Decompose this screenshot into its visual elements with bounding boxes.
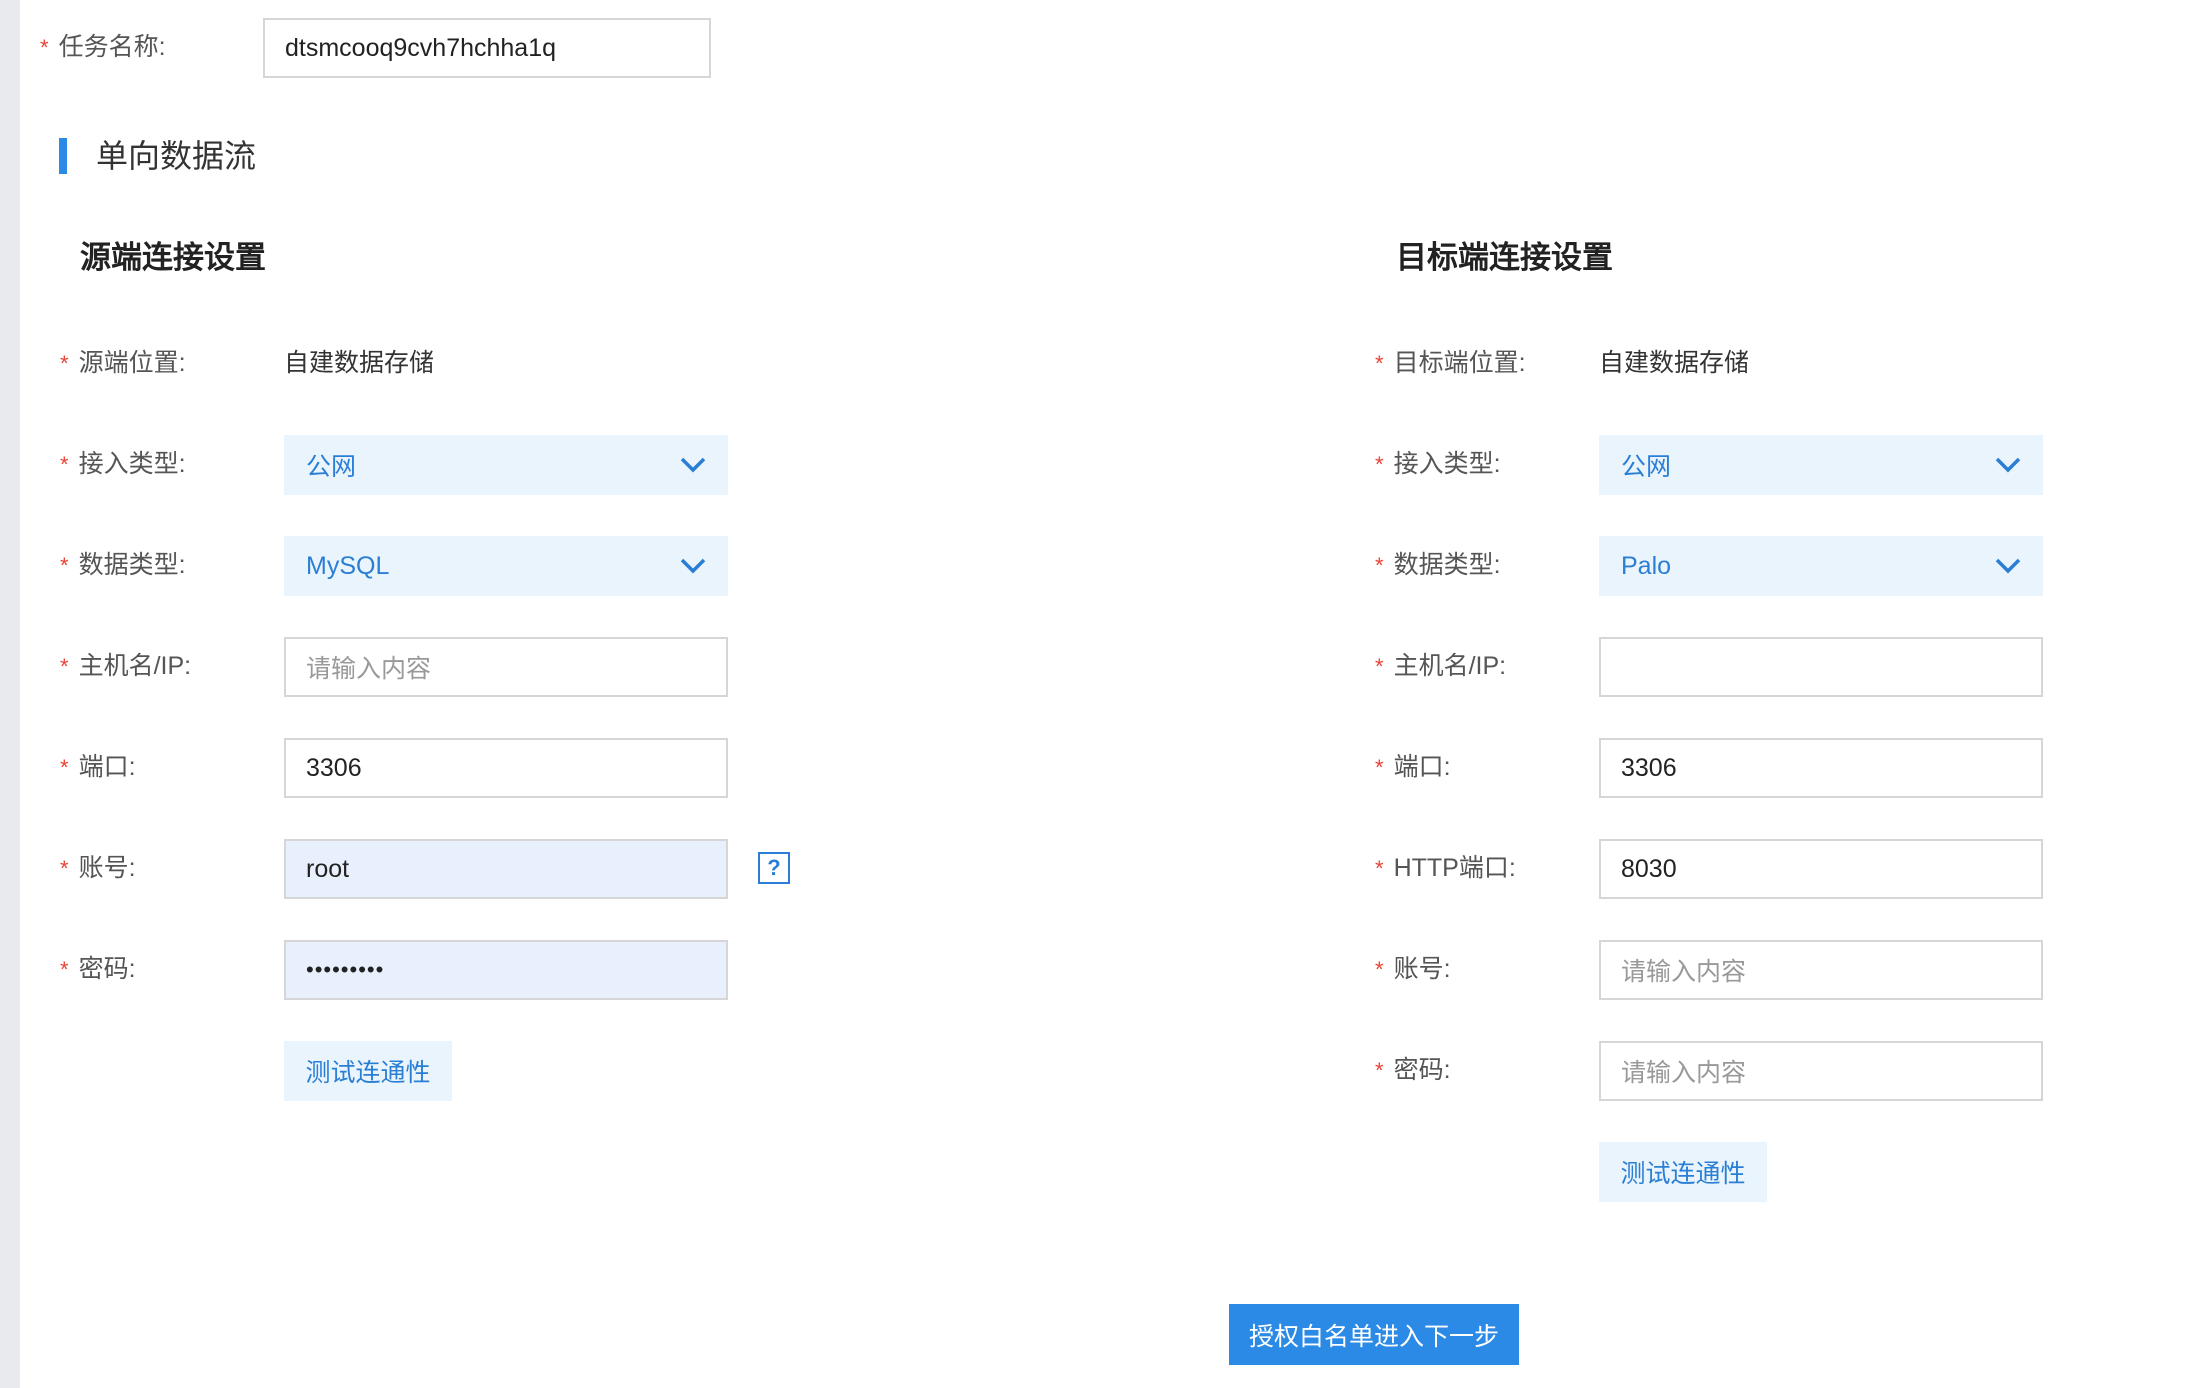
chevron-down-icon [680,558,706,574]
page-gutter [0,0,20,1388]
authorize-whitelist-next-button[interactable]: 授权白名单进入下一步 [1229,1304,1519,1365]
source-password-label: * 密码: [60,955,136,983]
source-port-input[interactable]: 3306 [284,738,728,798]
target-http-port-value: 8030 [1621,854,1677,883]
target-access-select[interactable]: 公网 [1599,435,2043,495]
source-dbtype-selected: MySQL [306,551,390,580]
help-icon[interactable]: ? [758,852,790,884]
target-dbtype-selected: Palo [1621,551,1672,580]
source-location-label: * 源端位置: [60,349,186,377]
source-password-value: ••••••••• [306,957,385,982]
chevron-down-icon [1995,558,2021,574]
target-account-input[interactable]: 请输入内容 [1599,940,2043,1000]
source-dbtype-select[interactable]: MySQL [284,536,728,596]
section-accent-bar [59,138,67,174]
target-access-label: * 接入类型: [1375,450,1501,478]
target-password-input[interactable]: 请输入内容 [1599,1041,2043,1101]
source-settings-title: 源端连接设置 [80,240,266,275]
chevron-down-icon [1995,457,2021,473]
section-title: 单向数据流 [96,138,257,174]
source-access-selected: 公网 [306,453,357,481]
source-port-value: 3306 [306,753,362,782]
source-test-connection-button[interactable]: 测试连通性 [284,1041,452,1101]
target-password-placeholder: 请输入内容 [1621,1059,1747,1087]
target-port-label: * 端口: [1375,753,1451,781]
target-settings-title: 目标端连接设置 [1396,240,1613,275]
target-account-placeholder: 请输入内容 [1621,958,1747,986]
chevron-down-icon [680,457,706,473]
target-location-label: * 目标端位置: [1375,349,1526,377]
target-http-port-label: * HTTP端口: [1375,854,1516,882]
target-host-input[interactable] [1599,637,2043,697]
source-host-placeholder: 请输入内容 [306,655,432,683]
required-mark: * [40,35,49,60]
source-host-label: * 主机名/IP: [60,652,192,680]
source-account-value: root [306,854,350,883]
target-http-port-input[interactable]: 8030 [1599,839,2043,899]
target-port-input[interactable]: 3306 [1599,738,2043,798]
target-access-selected: 公网 [1621,453,1672,481]
task-name-input[interactable]: dtsmcooq9cvh7hchha1q [263,18,711,78]
target-location-value: 自建数据存储 [1599,349,1750,377]
source-access-label: * 接入类型: [60,450,186,478]
source-access-select[interactable]: 公网 [284,435,728,495]
source-account-label: * 账号: [60,854,136,882]
target-account-label: * 账号: [1375,955,1451,983]
source-dbtype-label: * 数据类型: [60,551,186,579]
target-dbtype-label: * 数据类型: [1375,551,1501,579]
target-host-label: * 主机名/IP: [1375,652,1507,680]
target-password-label: * 密码: [1375,1056,1451,1084]
task-name-label: * 任务名称: [40,33,166,61]
source-account-input[interactable]: root [284,839,728,899]
source-password-input[interactable]: ••••••••• [284,940,728,1000]
target-dbtype-select[interactable]: Palo [1599,536,2043,596]
source-port-label: * 端口: [60,753,136,781]
source-host-input[interactable]: 请输入内容 [284,637,728,697]
task-name-value: dtsmcooq9cvh7hchha1q [285,33,557,62]
target-test-connection-button[interactable]: 测试连通性 [1599,1142,1767,1202]
source-location-value: 自建数据存储 [284,349,435,377]
target-port-value: 3306 [1621,753,1677,782]
